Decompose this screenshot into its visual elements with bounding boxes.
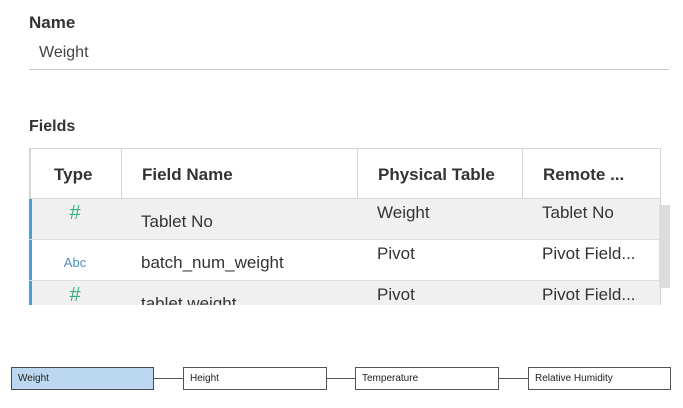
number-icon: # bbox=[69, 284, 81, 305]
field-name-cell: Tablet No bbox=[141, 212, 213, 231]
flow-connector bbox=[499, 378, 528, 379]
fields-table: Type Field Name Physical Table Remote ..… bbox=[29, 148, 661, 305]
name-label: Name bbox=[29, 13, 76, 32]
field-name-cell: batch_num_weight bbox=[141, 253, 284, 272]
number-icon: # bbox=[69, 202, 81, 224]
remote-cell: Tablet No bbox=[542, 203, 614, 222]
flow-node-weight[interactable]: Weight bbox=[11, 367, 154, 390]
column-header-type[interactable]: Type bbox=[29, 149, 121, 198]
string-icon: Abc bbox=[63, 255, 87, 270]
column-header-remote[interactable]: Remote ... bbox=[522, 149, 660, 198]
flow-node-height[interactable]: Height bbox=[183, 367, 327, 390]
flow-connector bbox=[154, 378, 183, 379]
name-input[interactable]: Weight bbox=[29, 36, 669, 70]
table-row[interactable]: # tablet weight Pivot Pivot Field... bbox=[29, 281, 660, 305]
fields-label: Fields bbox=[29, 118, 76, 135]
physical-table-cell: Weight bbox=[377, 203, 430, 222]
table-row[interactable]: # Tablet No Weight Tablet No bbox=[29, 199, 660, 240]
physical-table-cell: Pivot bbox=[377, 285, 415, 304]
table-header: Type Field Name Physical Table Remote ..… bbox=[29, 149, 660, 199]
table-row[interactable]: Abc batch_num_weight Pivot Pivot Field..… bbox=[29, 240, 660, 281]
field-name-cell: tablet weight bbox=[141, 294, 237, 305]
flow-node-temperature[interactable]: Temperature bbox=[355, 367, 499, 390]
remote-cell: Pivot Field... bbox=[542, 244, 636, 263]
flow-node-relative-humidity[interactable]: Relative Humidity bbox=[528, 367, 671, 390]
flow-connector bbox=[327, 378, 355, 379]
physical-table-cell: Pivot bbox=[377, 244, 415, 263]
column-header-physical-table[interactable]: Physical Table bbox=[357, 149, 522, 198]
column-header-field-name[interactable]: Field Name bbox=[121, 149, 357, 198]
remote-cell: Pivot Field... bbox=[542, 285, 636, 304]
table-scrollbar[interactable] bbox=[659, 205, 670, 288]
